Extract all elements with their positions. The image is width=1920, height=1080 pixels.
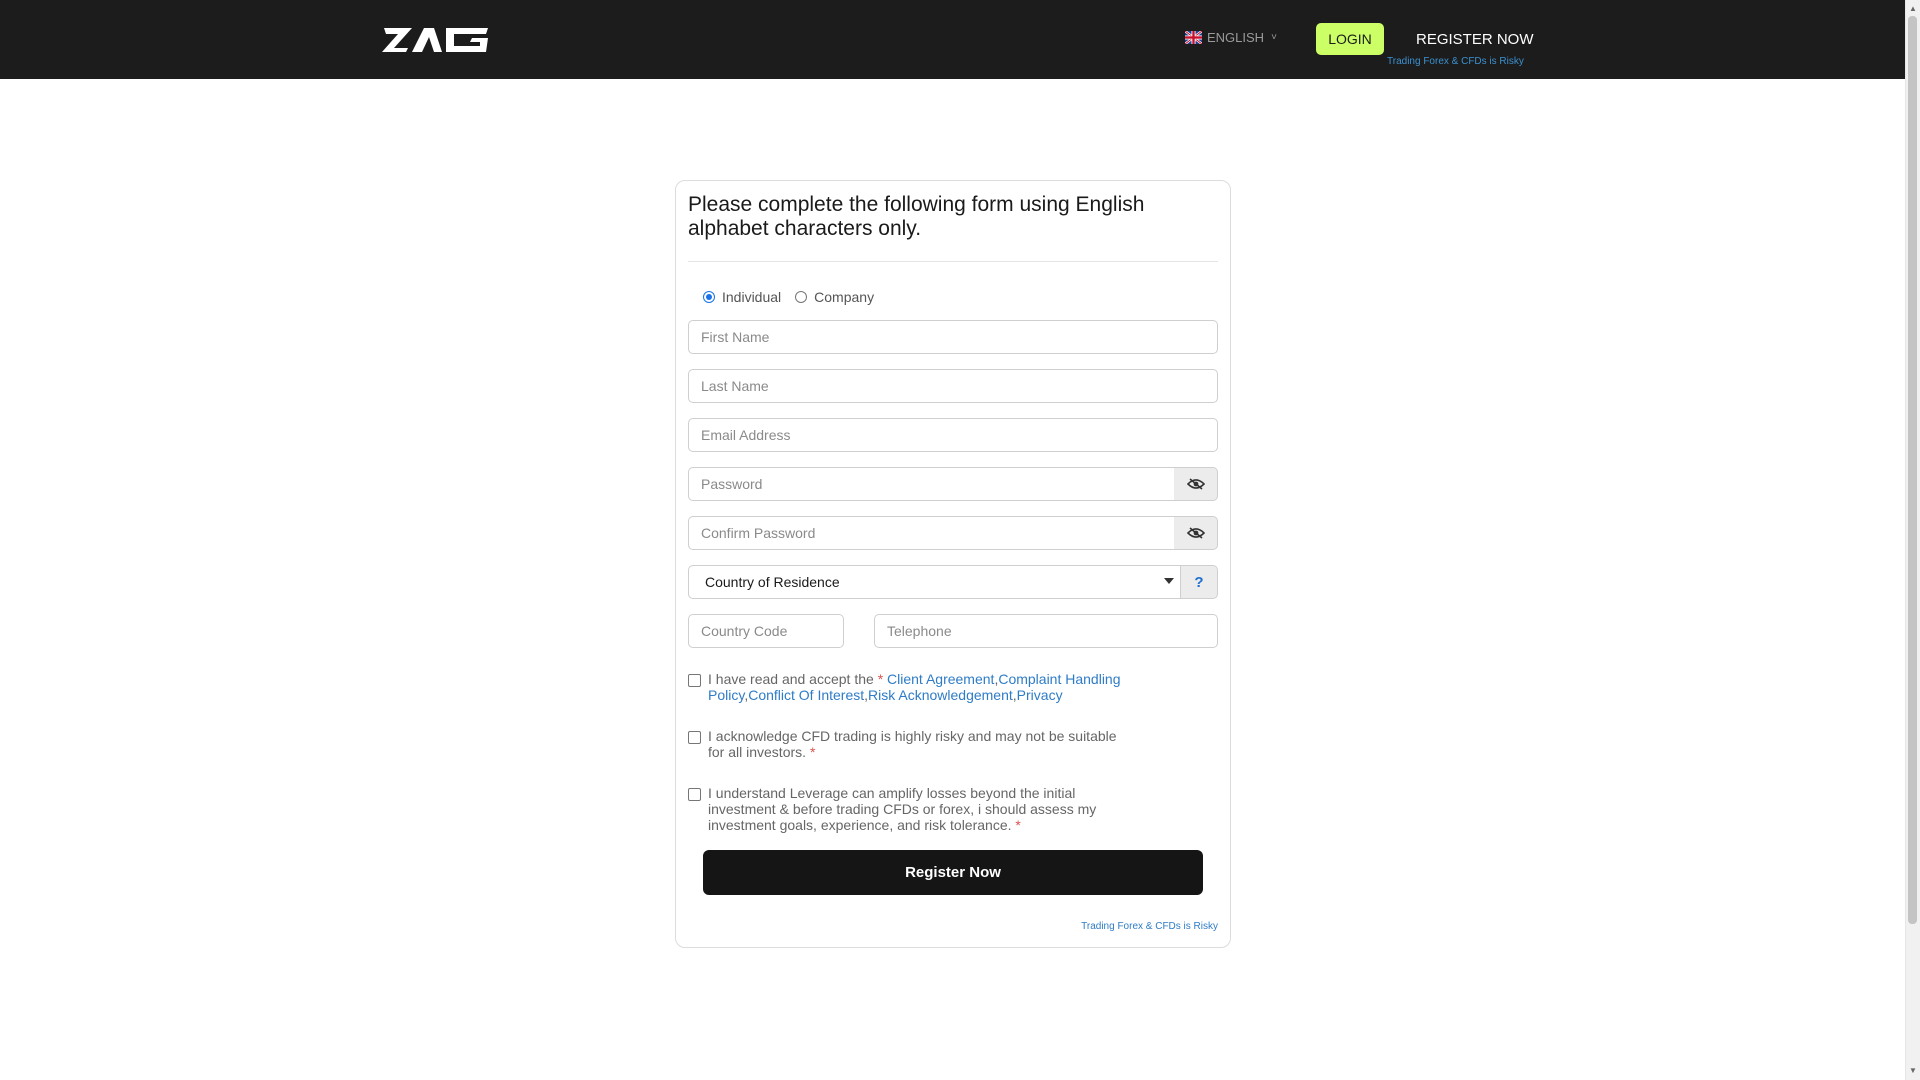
company-radio[interactable] bbox=[795, 291, 808, 303]
leverage-consent: I understand Leverage can amplify losses… bbox=[688, 785, 1128, 833]
agreements-prefix: I have read and accept the bbox=[708, 671, 874, 687]
company-radio-label[interactable]: Company bbox=[814, 289, 874, 305]
logo[interactable] bbox=[382, 24, 490, 54]
eye-slash-icon bbox=[1186, 527, 1205, 539]
eye-slash-icon bbox=[1186, 478, 1205, 490]
risk-acknowledgement-link[interactable]: Risk Acknowledgement bbox=[868, 687, 1013, 703]
leverage-consent-text: I understand Leverage can amplify losses… bbox=[708, 785, 1128, 833]
scroll-up-arrow-icon[interactable]: ▲ bbox=[1909, 4, 1917, 13]
country-of-residence-select[interactable]: Country of Residence bbox=[688, 565, 1181, 599]
language-label: ENGLISH bbox=[1207, 30, 1265, 45]
leverage-text: I understand Leverage can amplify losses… bbox=[708, 785, 1097, 833]
cfd-risk-text: I acknowledge CFD trading is highly risk… bbox=[708, 728, 1117, 760]
scroll-down-arrow-icon[interactable]: ▼ bbox=[1909, 1066, 1917, 1075]
conflict-of-interest-link[interactable]: Conflict Of Interest bbox=[748, 687, 864, 703]
risk-warning-link-form[interactable]: Trading Forex & CFDs is Risky bbox=[1081, 921, 1218, 932]
toggle-password-visibility-button[interactable] bbox=[1174, 467, 1218, 501]
account-type-radio-group: Individual Company bbox=[703, 289, 888, 305]
telephone-input[interactable]: Telephone bbox=[874, 614, 1218, 648]
email-input[interactable]: Email Address bbox=[688, 418, 1218, 452]
agreements-checkbox[interactable] bbox=[688, 674, 701, 687]
toggle-confirm-password-visibility-button[interactable] bbox=[1174, 516, 1218, 550]
language-selector[interactable]: ENGLISH ˅ bbox=[1185, 30, 1277, 45]
leverage-checkbox[interactable] bbox=[688, 788, 701, 801]
country-select-value: Country of Residence bbox=[705, 574, 840, 590]
select-caret-icon bbox=[1164, 578, 1174, 584]
required-asterisk: * bbox=[809, 744, 816, 760]
privacy-link[interactable]: Privacy bbox=[1017, 687, 1063, 703]
register-now-button[interactable]: Register Now bbox=[703, 850, 1203, 895]
risk-warning-link-header[interactable]: Trading Forex & CFDs is Risky bbox=[1387, 56, 1524, 67]
client-agreement-link[interactable]: Client Agreement bbox=[887, 671, 994, 687]
agreements-consent-text: I have read and accept the * Client Agre… bbox=[708, 671, 1121, 703]
top-navigation-bar: ENGLISH ˅ LOGIN REGISTER NOW Trading For… bbox=[0, 0, 1905, 79]
first-name-input[interactable]: First Name bbox=[688, 320, 1218, 354]
cfd-risk-checkbox[interactable] bbox=[688, 731, 701, 744]
password-input[interactable]: Password bbox=[688, 467, 1175, 501]
confirm-password-input[interactable]: Confirm Password bbox=[688, 516, 1175, 550]
country-help-button[interactable]: ? bbox=[1181, 565, 1218, 599]
individual-radio-label[interactable]: Individual bbox=[722, 289, 781, 305]
uk-flag-icon bbox=[1185, 31, 1202, 44]
individual-radio[interactable] bbox=[703, 291, 715, 303]
scrollbar-thumb[interactable] bbox=[1908, 16, 1917, 924]
title-divider bbox=[688, 261, 1218, 262]
cfd-risk-consent: I acknowledge CFD trading is highly risk… bbox=[688, 728, 1128, 760]
cfd-risk-consent-text: I acknowledge CFD trading is highly risk… bbox=[708, 728, 1128, 760]
registration-form-card: Please complete the following form using… bbox=[675, 180, 1231, 948]
agreements-consent: I have read and accept the * Client Agre… bbox=[688, 671, 1128, 703]
required-asterisk: * bbox=[877, 671, 884, 687]
login-button[interactable]: LOGIN bbox=[1316, 23, 1384, 55]
form-title: Please complete the following form using… bbox=[688, 193, 1145, 240]
question-icon: ? bbox=[1194, 573, 1204, 591]
last-name-input[interactable]: Last Name bbox=[688, 369, 1218, 403]
required-asterisk: * bbox=[1015, 817, 1021, 833]
register-now-link[interactable]: REGISTER NOW bbox=[1416, 31, 1534, 48]
country-code-input[interactable]: Country Code bbox=[688, 614, 844, 648]
chevron-down-icon: ˅ bbox=[1271, 32, 1277, 43]
